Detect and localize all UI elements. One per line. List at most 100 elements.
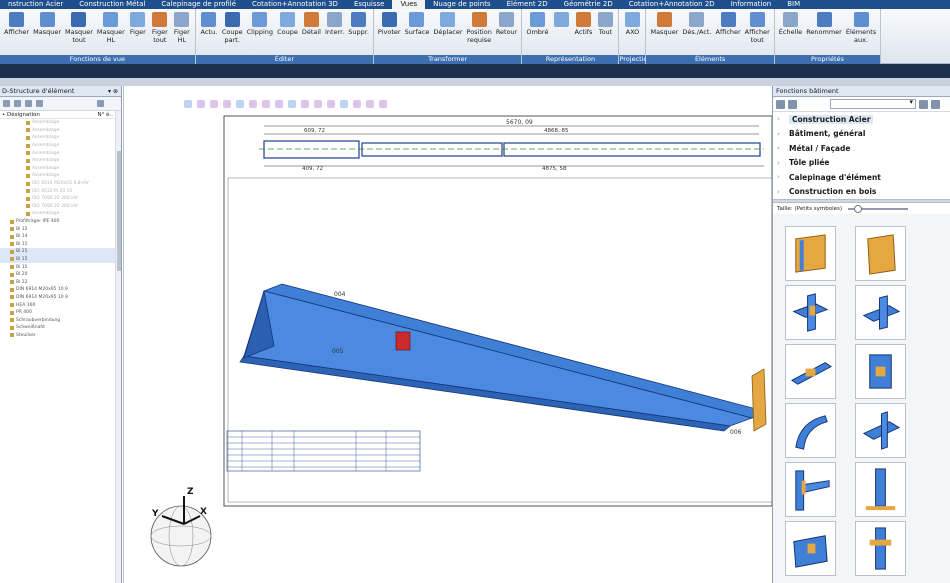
tile-beam-connection[interactable] — [785, 285, 836, 340]
tab-6[interactable]: Nuage de points — [425, 0, 498, 9]
tab-4[interactable]: Esquisse — [346, 0, 393, 9]
function-filter-select[interactable] — [830, 98, 916, 109]
tab-2[interactable]: Calepinage de profilé — [153, 0, 244, 9]
sort-icon[interactable] — [14, 100, 21, 107]
tree-row[interactable]: Assemblage — [0, 142, 121, 150]
tile-column-base[interactable] — [855, 462, 906, 517]
3d-viewport[interactable]: 5670, 09 609, 72 4868, 85 409, 72 4875, … — [123, 86, 772, 583]
tree-row[interactable]: Bl 22 — [0, 278, 121, 286]
tree-row[interactable]: Assemblage — [0, 134, 121, 142]
tree-row[interactable]: DIN 6914 M20x95 10.9 — [0, 294, 121, 302]
tool-icon — [656, 12, 672, 27]
tree-row[interactable]: Bl 20 — [0, 271, 121, 279]
chevron-right-icon[interactable]: › — [777, 115, 789, 123]
category-item[interactable]: › Métal / Façade — [773, 141, 950, 156]
selected-part[interactable] — [395, 331, 411, 351]
category-item[interactable]: › Construction Acier — [773, 112, 950, 127]
tree-row[interactable]: ISO 7090 20 200 HV — [0, 195, 121, 203]
chevron-right-icon[interactable]: › — [777, 144, 789, 152]
tile-stiffener[interactable] — [855, 521, 906, 576]
column-designation[interactable]: • Désignation — [2, 111, 40, 118]
tab-1[interactable]: Construction Métal — [71, 0, 153, 9]
tree-row[interactable]: Profilträger IPE 400 — [0, 218, 121, 226]
tile-splice[interactable] — [785, 344, 836, 399]
axis-gizmo[interactable]: Z Y X — [150, 487, 212, 567]
collapse-icon[interactable] — [36, 100, 43, 107]
tree-row[interactable]: Assemblage — [0, 149, 121, 157]
tree-row-label: Bl 14 — [16, 234, 28, 240]
tab-9[interactable]: Cotation+Annotation 2D — [621, 0, 723, 9]
tree-row[interactable]: Steuilser — [0, 332, 121, 340]
tree-row[interactable]: Bl 25 — [0, 248, 121, 256]
end-plate[interactable] — [751, 368, 767, 432]
tree-row[interactable]: Schweißnaht — [0, 324, 121, 332]
tab-0[interactable]: nstruction Acier — [0, 0, 71, 9]
category-item[interactable]: › Calepinage d'élément — [773, 170, 950, 185]
tree-row[interactable]: ISO 7090 20 200 HV — [0, 203, 121, 211]
node-icon — [26, 204, 30, 209]
tree-row[interactable]: Schraubverbindung — [0, 316, 121, 324]
chevron-right-icon[interactable]: › — [777, 188, 789, 196]
tile-base-plate[interactable] — [785, 226, 836, 281]
label: 004 — [334, 291, 346, 298]
category-item[interactable]: › Tôle pliée — [773, 155, 950, 170]
ribbon-group-4: AXO Projections — [619, 9, 655, 64]
tile-bent-beam[interactable] — [785, 403, 836, 458]
tile-cross-connection[interactable] — [855, 285, 906, 340]
tree-row[interactable]: Assemblage — [0, 172, 121, 180]
tree-row[interactable]: ISO 4032 M 20 10 — [0, 187, 121, 195]
tree-row[interactable]: Bl 12 — [0, 225, 121, 233]
tab-11[interactable]: BIM — [779, 0, 808, 9]
tree-row[interactable]: Assemblage — [0, 157, 121, 165]
pin-icon[interactable]: ▾ ⊗ — [108, 86, 118, 97]
ribbon-group-3: Ombré Actifs Tout Représentation — [522, 9, 620, 64]
tab-3[interactable]: Cotation+Annotation 3D — [244, 0, 346, 9]
back-icon[interactable] — [776, 99, 785, 109]
tab-8[interactable]: Géométrie 2D — [556, 0, 621, 9]
tree-row[interactable]: Assemblage — [0, 119, 121, 127]
sort-icon[interactable] — [919, 99, 928, 109]
tile-knee-brace[interactable] — [785, 462, 836, 517]
tab-10[interactable]: Information — [723, 0, 780, 9]
settings-icon[interactable] — [97, 100, 104, 107]
tree-row[interactable]: Bl 15 — [0, 263, 121, 271]
tree-row[interactable]: HEA 160 — [0, 301, 121, 309]
tile-brace-connection[interactable] — [855, 403, 906, 458]
node-icon — [10, 295, 14, 300]
tree-row[interactable]: Bl 15 — [0, 255, 121, 264]
slider-knob[interactable] — [854, 204, 863, 213]
tree-row-label: ISO 4014 M20x55 8.8-HV — [32, 181, 89, 187]
category-item[interactable]: › Bâtiment, général — [773, 126, 950, 141]
tab-7[interactable]: Élément 2D — [499, 0, 556, 9]
tree-row[interactable]: Assemblage — [0, 127, 121, 135]
tree-row[interactable]: ISO 4014 M20x55 8.8-HV — [0, 180, 121, 188]
ribbon-tab-bar: nstruction Acier Construction Métal Calepi… — [0, 0, 950, 9]
symbol-size-slider[interactable] — [848, 204, 909, 213]
tree-row[interactable]: Assemblage — [0, 210, 121, 218]
building-functions-panel: Fonctions bâtiment ›Construction Acier›B… — [772, 86, 950, 583]
category-item[interactable]: › Construction en bois — [773, 184, 950, 199]
expand-icon[interactable] — [25, 100, 32, 107]
filter-icon[interactable] — [3, 100, 10, 107]
tool-icon — [575, 12, 591, 27]
tile-column-connection[interactable] — [855, 344, 906, 399]
tree-row[interactable]: Bl 14 — [0, 233, 121, 241]
tree-row[interactable]: Assemblage — [0, 165, 121, 173]
node-icon — [10, 219, 14, 224]
tab-5[interactable]: Vues — [392, 0, 426, 9]
scroll-thumb[interactable] — [117, 151, 121, 271]
beam-web[interactable] — [243, 290, 754, 427]
tree-row-label: DIN 6914 M20x95 10.9 — [16, 287, 68, 293]
sort-icon[interactable] — [931, 99, 940, 109]
tree-row[interactable]: Bl 15 — [0, 241, 121, 249]
forward-icon[interactable] — [788, 99, 797, 109]
chevron-right-icon[interactable]: › — [777, 173, 789, 181]
chevron-right-icon[interactable]: › — [777, 159, 789, 167]
tile-frame-corner[interactable] — [785, 521, 836, 576]
tree-row[interactable]: PR 400 — [0, 309, 121, 317]
column-number[interactable]: N° é.. — [98, 111, 114, 118]
chevron-right-icon[interactable]: › — [777, 130, 789, 138]
tree-scrollbar[interactable] — [115, 111, 121, 583]
tile-end-plate[interactable] — [855, 226, 906, 281]
tree-row[interactable]: DIN 6914 M20x95 10.9 — [0, 286, 121, 294]
